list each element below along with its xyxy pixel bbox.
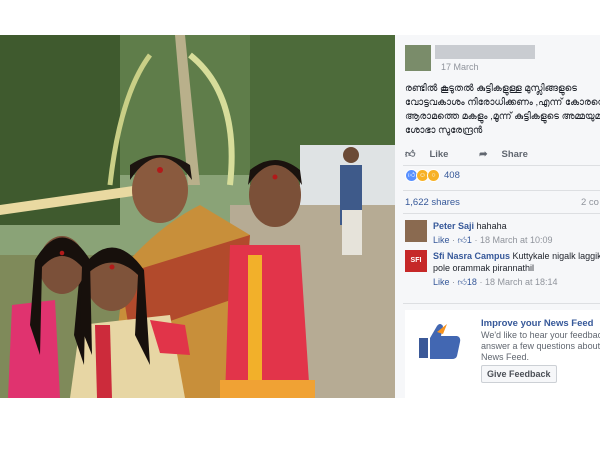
poster-name-redacted: [435, 45, 535, 59]
divider: [403, 165, 600, 166]
post-text-line: ആരാമത്തെ മകളും ,മൂന്ന് കുട്ടികളുടെ അമ്മയ…: [405, 111, 600, 122]
comment-text: Kuttykale nigalk laggikam: [512, 251, 600, 261]
like-label: Like: [429, 148, 449, 160]
give-feedback-button[interactable]: Give Feedback: [481, 365, 557, 383]
comment-like-link[interactable]: Like: [433, 235, 450, 245]
post-date[interactable]: 17 March: [441, 62, 479, 72]
divider: [403, 303, 600, 304]
post-text-line: രണ്ടിൽ കൂടുതൽ കുട്ടികളുള്ള മുസ്ലിങ്ങളുടെ: [405, 83, 577, 94]
post-photo[interactable]: [0, 35, 395, 398]
share-arrow-icon: ➦: [479, 149, 488, 160]
reaction-count: 408: [444, 170, 460, 181]
wow-reaction-icon: ○: [427, 169, 440, 182]
sfi-logo-avatar[interactable]: SFI: [405, 250, 427, 272]
comment-text: hahaha: [476, 221, 507, 231]
reactions-summary[interactable]: 👍︎ ☺ ○ 408: [405, 169, 460, 182]
post-panel: 17 March രണ്ടിൽ കൂടുതൽ കുട്ടികളുള്ള മുസ്…: [395, 35, 600, 398]
commenter-name[interactable]: Peter Saji: [433, 221, 474, 231]
shares-count[interactable]: 1,622 shares: [405, 197, 460, 208]
thumbs-up-icon: 👍︎: [405, 149, 416, 160]
comment-like-link[interactable]: Like: [433, 277, 450, 287]
comment-time[interactable]: 18 March at 10:09: [480, 235, 553, 245]
share-label: Share: [501, 149, 528, 160]
thumbs-up-icon: 👍︎: [457, 277, 467, 287]
news-feed-line: answer a few questions about you: [481, 341, 600, 351]
divider: [403, 190, 600, 191]
family-photo: [0, 35, 395, 398]
comment-time[interactable]: 18 March at 18:14: [485, 277, 558, 287]
share-button[interactable]: ➦ Share: [479, 149, 542, 160]
comments-count[interactable]: 2 co: [581, 197, 599, 208]
divider: [403, 213, 600, 214]
comment-text-continued: pole orammak pirannathil: [433, 263, 535, 273]
post-text-line: ശോഭാ സുരേന്ദ്രൻ: [405, 125, 483, 136]
like-button[interactable]: 👍︎ Like: [405, 148, 462, 161]
comment-like-count: 1: [466, 235, 472, 245]
post-text-line: വോട്ടവകാശം നിരോധിക്കണം ,എന്ന് കോരന്റെ: [405, 97, 600, 108]
commenter-name[interactable]: Sfi Nasra Campus: [433, 251, 510, 261]
news-feed-text: We'd like to hear your feedback! Ple ans…: [481, 330, 600, 363]
news-feed-line: We'd like to hear your feedback! Ple: [481, 330, 600, 340]
comment-like-count: 18: [466, 277, 477, 287]
news-feed-line: News Feed.: [481, 352, 530, 362]
post-actions: 👍︎ Like ➦ Share: [405, 148, 556, 161]
post-text: രണ്ടിൽ കൂടുതൽ കുട്ടികളുള്ള മുസ്ലിങ്ങളുടെ…: [405, 82, 600, 138]
thumbs-up-icon: 👍︎: [457, 235, 467, 245]
poster-avatar[interactable]: [405, 45, 431, 71]
news-feed-card: Improve your News Feed We'd like to hear…: [405, 310, 600, 398]
feedback-thumbs-up-icon: [419, 324, 461, 359]
commenter-avatar[interactable]: [405, 220, 427, 242]
news-feed-title[interactable]: Improve your News Feed: [481, 318, 593, 329]
